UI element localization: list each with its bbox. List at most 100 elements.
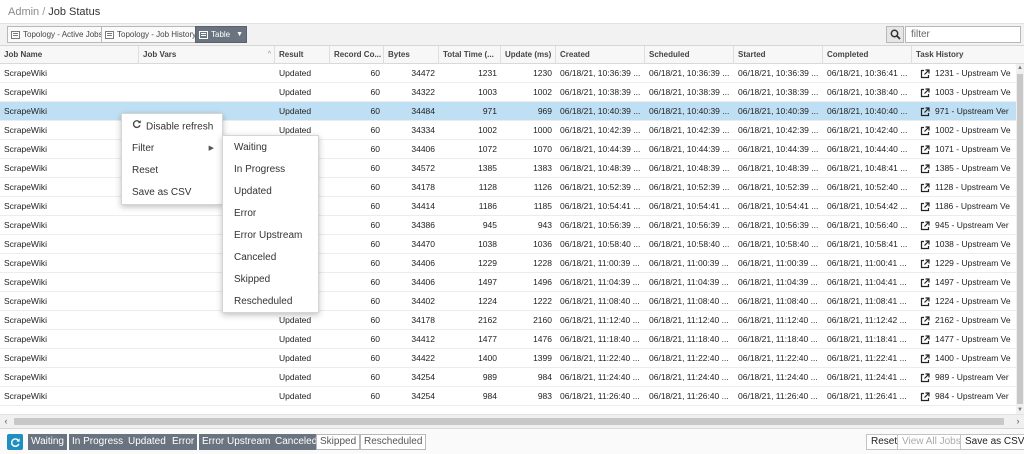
view-topology-job-history-button[interactable]: Topology - Job History — [101, 26, 201, 43]
scroll-down-arrow-icon[interactable]: ▼ — [1016, 406, 1024, 414]
column-record-count[interactable]: Record Co... — [330, 46, 384, 64]
column-created[interactable]: Created — [556, 46, 645, 64]
column-bytes[interactable]: Bytes — [384, 46, 439, 64]
column-task-history[interactable]: Task History — [912, 46, 1024, 64]
column-job-name[interactable]: Job Name — [0, 46, 139, 64]
vertical-scrollbar[interactable]: ▲ ▼ — [1016, 64, 1024, 414]
cell-history[interactable]: 1231 - Upstream Ve — [912, 64, 1016, 83]
task-history-link[interactable]: 989 - Upstream Ver — [935, 368, 1009, 387]
table-row[interactable]: ScrapeWikiUpdated60344701038103606/18/21… — [0, 235, 1016, 254]
task-history-link[interactable]: 1002 - Upstream Ve — [935, 121, 1011, 140]
cell-history[interactable]: 1224 - Upstream Ve — [912, 292, 1016, 311]
column-completed[interactable]: Completed — [823, 46, 912, 64]
filter-option-error-upstream[interactable]: Error Upstream — [223, 225, 318, 247]
cell-history[interactable]: 1385 - Upstream Ve — [912, 159, 1016, 178]
external-link-icon[interactable] — [920, 163, 930, 174]
cell-history[interactable]: 2162 - Upstream Ve — [912, 311, 1016, 330]
external-link-icon[interactable] — [920, 182, 930, 193]
column-update-ms[interactable]: Update (ms) — [501, 46, 556, 64]
task-history-link[interactable]: 984 - Upstream Ver — [935, 387, 1009, 406]
save-as-csv-button[interactable]: Save as CSV — [960, 434, 1024, 450]
external-link-icon[interactable] — [920, 68, 930, 79]
task-history-link[interactable]: 1385 - Upstream Ve — [935, 159, 1011, 178]
status-filter-updated[interactable]: Updated — [125, 434, 169, 450]
filter-option-updated[interactable]: Updated — [223, 181, 318, 203]
task-history-link[interactable]: 1477 - Upstream Ve — [935, 330, 1011, 349]
task-history-link[interactable]: 1231 - Upstream Ve — [935, 64, 1011, 83]
filter-option-in-progress[interactable]: In Progress — [223, 159, 318, 181]
cell-history[interactable]: 1003 - Upstream Ve — [912, 83, 1016, 102]
menu-item-save-as-csv[interactable]: Save as CSV — [122, 182, 222, 204]
task-history-link[interactable]: 1224 - Upstream Ve — [935, 292, 1011, 311]
task-history-link[interactable]: 1400 - Upstream Ve — [935, 349, 1011, 368]
horizontal-scrollbar[interactable]: ‹ › — [0, 414, 1024, 428]
status-filter-skipped[interactable]: Skipped — [316, 434, 361, 450]
external-link-icon[interactable] — [920, 125, 930, 136]
status-filter-canceled[interactable]: Canceled — [272, 434, 321, 450]
status-filter-waiting[interactable]: Waiting — [28, 434, 67, 450]
status-filter-error[interactable]: Error — [169, 434, 198, 450]
task-history-link[interactable]: 1229 - Upstream Ve — [935, 254, 1011, 273]
cell-history[interactable]: 1186 - Upstream Ve — [912, 197, 1016, 216]
table-row[interactable]: ScrapeWikiUpdated603438694594306/18/21, … — [0, 216, 1016, 235]
external-link-icon[interactable] — [920, 353, 930, 364]
column-job-vars[interactable]: Job Vars ^ — [139, 46, 275, 64]
column-started[interactable]: Started — [734, 46, 823, 64]
filter-option-rescheduled[interactable]: Rescheduled — [223, 291, 318, 313]
table-row[interactable]: ScrapeWiki Updated 60 34254 989 984 06/18/21, … — [0, 368, 1016, 387]
external-link-icon[interactable] — [920, 296, 930, 307]
horizontal-scroll-thumb[interactable] — [14, 418, 1004, 425]
menu-item-disable-refresh[interactable]: Disable refresh — [122, 116, 222, 138]
task-history-link[interactable]: 1071 - Upstream Ve — [935, 140, 1011, 159]
scroll-up-arrow-icon[interactable]: ▲ — [1016, 64, 1024, 72]
external-link-icon[interactable] — [920, 239, 930, 250]
cell-history[interactable]: 989 - Upstream Ver — [912, 368, 1016, 387]
column-scheduled[interactable]: Scheduled — [645, 46, 734, 64]
menu-item-reset[interactable]: Reset — [122, 160, 222, 182]
cell-history[interactable]: 1477 - Upstream Ve — [912, 330, 1016, 349]
cell-history[interactable]: 1400 - Upstream Ve — [912, 349, 1016, 368]
view-all-jobs-button[interactable]: View All Jobs — [897, 434, 966, 450]
table-row[interactable]: ScrapeWikiUpdated60344061497149606/18/21… — [0, 273, 1016, 292]
scroll-left-arrow-icon[interactable]: ‹ — [0, 415, 12, 429]
external-link-icon[interactable] — [920, 144, 930, 155]
column-total-time[interactable]: Total Time (... — [439, 46, 501, 64]
filter-option-canceled[interactable]: Canceled — [223, 247, 318, 269]
task-history-link[interactable]: 2162 - Upstream Ve — [935, 311, 1011, 330]
cell-history[interactable]: 1497 - Upstream Ve — [912, 273, 1016, 292]
external-link-icon[interactable] — [920, 372, 930, 383]
cell-history[interactable]: 984 - Upstream Ver — [912, 387, 1016, 406]
breadcrumb-admin[interactable]: Admin — [8, 6, 39, 18]
menu-item-filter[interactable]: Filter ▶ — [122, 138, 222, 160]
external-link-icon[interactable] — [920, 220, 930, 231]
task-history-link[interactable]: 1186 - Upstream Ve — [935, 197, 1010, 216]
table-row[interactable]: ScrapeWiki Updated 60 34422 1400 1399 06/18/21… — [0, 349, 1016, 368]
task-history-link[interactable]: 1003 - Upstream Ve — [935, 83, 1011, 102]
external-link-icon[interactable] — [920, 87, 930, 98]
external-link-icon[interactable] — [920, 315, 930, 326]
cell-history[interactable]: 971 - Upstream Ver — [912, 102, 1016, 121]
task-history-link[interactable]: 945 - Upstream Ver — [935, 216, 1009, 235]
cell-history[interactable]: 1071 - Upstream Ve — [912, 140, 1016, 159]
task-history-link[interactable]: 1497 - Upstream Ve — [935, 273, 1011, 292]
view-topology-active-jobs-button[interactable]: Topology - Active Jobs — [7, 26, 107, 43]
view-table-dropdown[interactable]: Table ▼ — [195, 26, 248, 43]
cell-history[interactable]: 1038 - Upstream Ve — [912, 235, 1016, 254]
scroll-right-arrow-icon[interactable]: › — [1012, 415, 1024, 429]
table-row[interactable]: ScrapeWikiUpdated60344061229122806/18/21… — [0, 254, 1016, 273]
external-link-icon[interactable] — [920, 106, 930, 117]
external-link-icon[interactable] — [920, 258, 930, 269]
task-history-link[interactable]: 1038 - Upstream Ve — [935, 235, 1011, 254]
refresh-icon[interactable] — [7, 434, 23, 450]
task-history-link[interactable]: 1128 - Upstream Ve — [935, 178, 1010, 197]
table-row[interactable]: ScrapeWiki Updated 60 34178 2162 2160 06/18/21… — [0, 311, 1016, 330]
filter-option-skipped[interactable]: Skipped — [223, 269, 318, 291]
cell-history[interactable]: 945 - Upstream Ver — [912, 216, 1016, 235]
status-filter-rescheduled[interactable]: Rescheduled — [360, 434, 427, 450]
cell-history[interactable]: 1229 - Upstream Ve — [912, 254, 1016, 273]
external-link-icon[interactable] — [920, 334, 930, 345]
filter-option-error[interactable]: Error — [223, 203, 318, 225]
external-link-icon[interactable] — [920, 391, 930, 402]
vertical-scroll-thumb[interactable] — [1017, 74, 1023, 404]
external-link-icon[interactable] — [920, 277, 930, 288]
